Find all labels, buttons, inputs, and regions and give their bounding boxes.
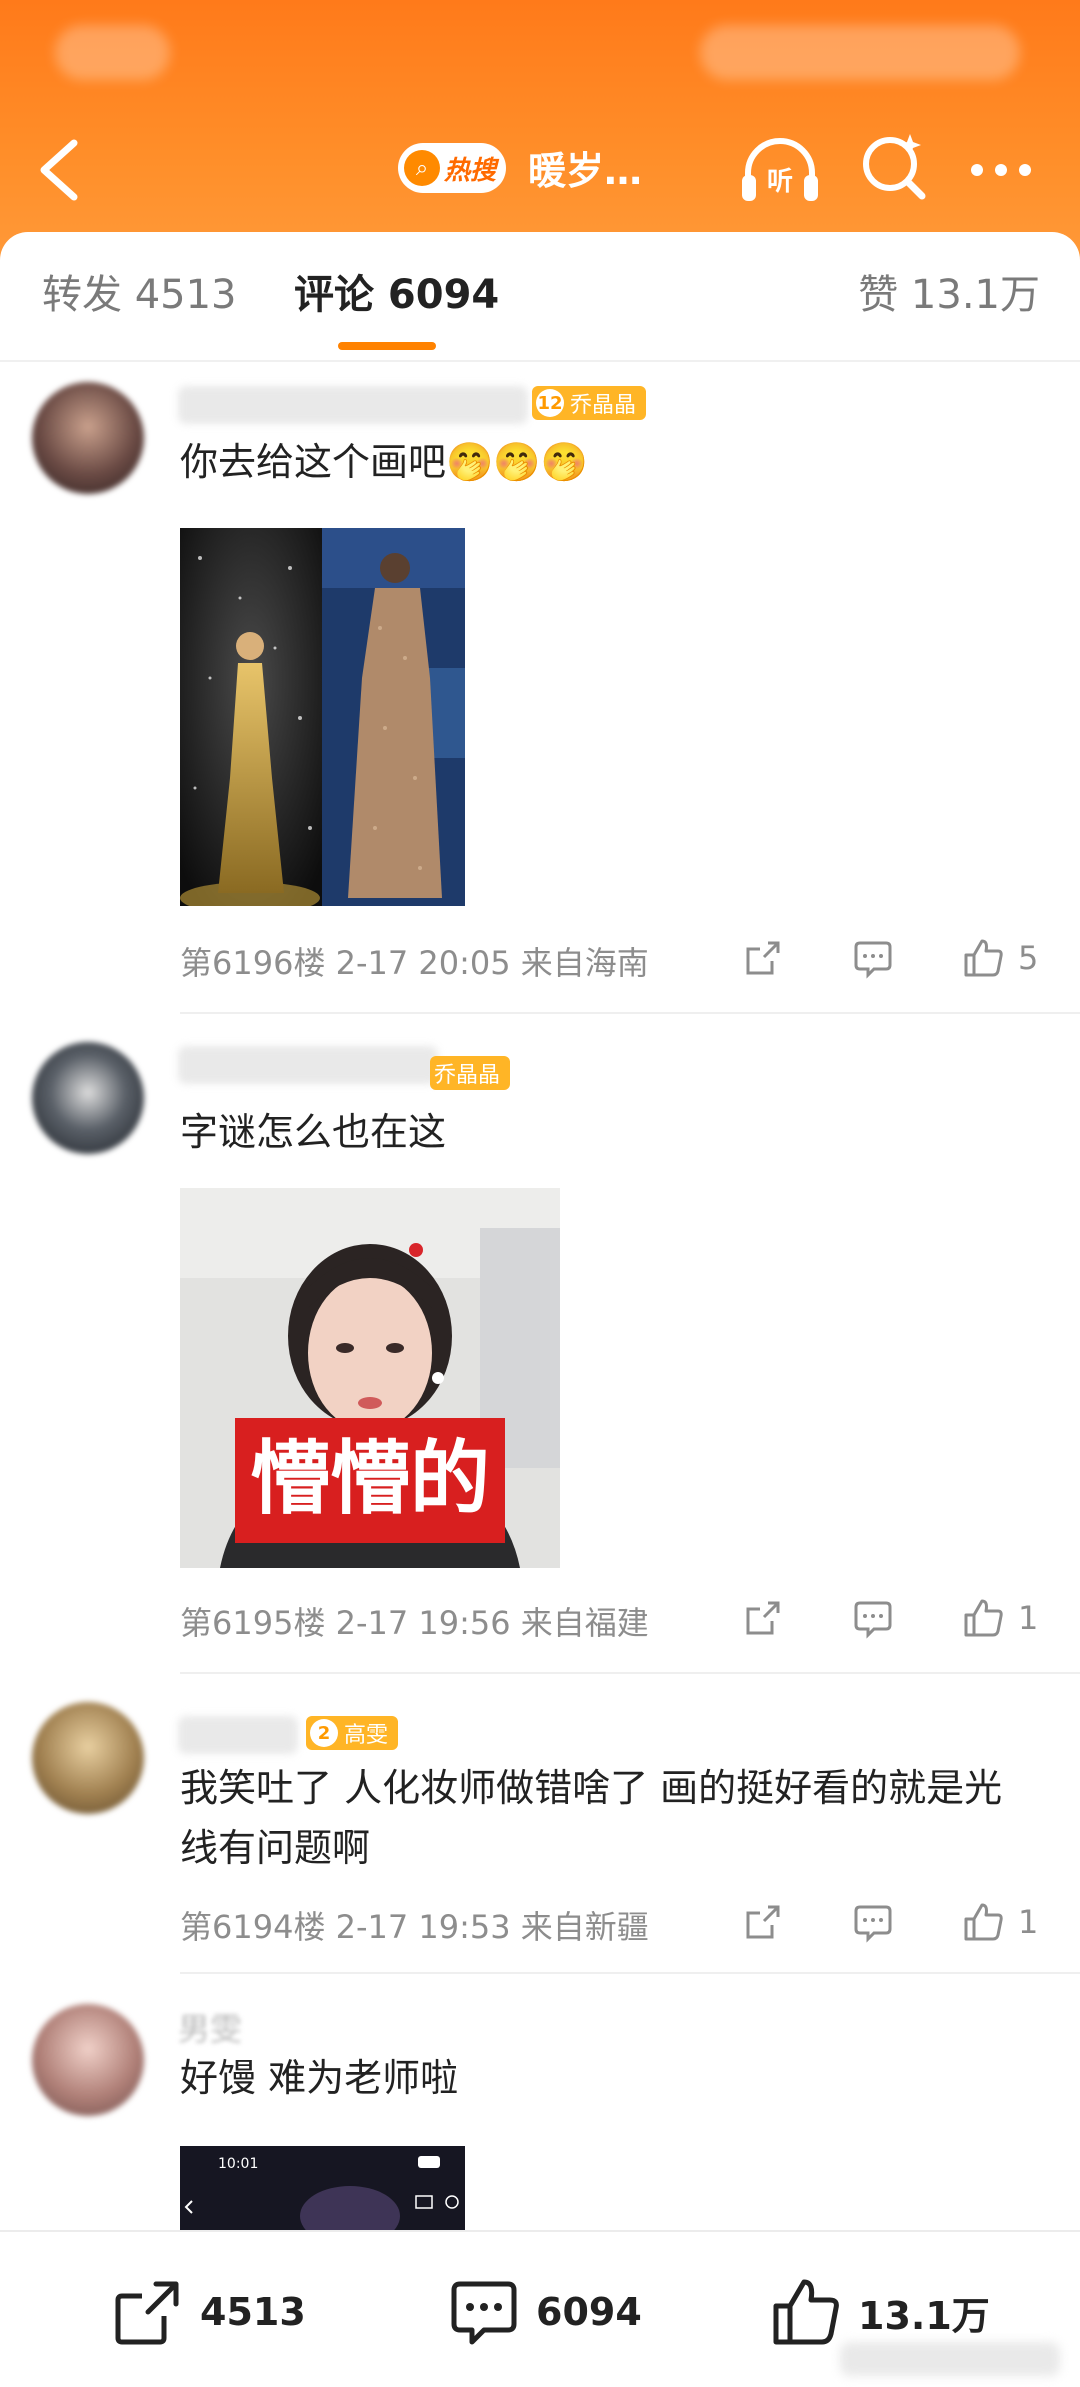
divider xyxy=(180,1672,1080,1674)
like-button[interactable]: 5 xyxy=(962,935,1038,981)
screenshot-photo: 10:01 xyxy=(180,2146,465,2230)
username[interactable]: 男雯 xyxy=(178,2004,242,2050)
comment-text: 好馒 难为老师啦 xyxy=(180,2056,459,2100)
thumbs-up-icon xyxy=(773,2279,839,2345)
comment-text: 字谜怎么也在这 xyxy=(180,1110,447,1154)
comment-image[interactable]: 10:01 xyxy=(180,2146,465,2230)
image-caption: 懵懵的 xyxy=(250,1432,490,1525)
avatar[interactable] xyxy=(32,1702,144,1814)
comment-text: 我笑吐了 人化妆师做错啥了 画的挺好看的就是光线有问题啊 xyxy=(180,1766,1003,1870)
status-bar-time-blurred xyxy=(55,25,170,80)
image-status-time: 10:01 xyxy=(218,2156,258,2172)
tab-reposts[interactable]: 转发 4513 xyxy=(42,262,237,320)
avatar[interactable] xyxy=(32,382,144,494)
comment-meta: 第6196楼 2-17 20:05 来自海南 xyxy=(180,944,649,982)
dress-photo xyxy=(180,528,465,906)
repost-button[interactable] xyxy=(742,935,784,981)
portrait-photo: 懵懵的 xyxy=(180,1188,560,1568)
search-icon: ⌕ xyxy=(404,150,440,186)
comment-icon xyxy=(854,941,892,979)
headphones-icon: 听 xyxy=(742,138,818,201)
share-icon xyxy=(746,941,780,975)
fan-badge: 乔晶晶 xyxy=(430,1056,511,1090)
comment-image[interactable] xyxy=(180,528,465,906)
listen-label: 听 xyxy=(767,167,793,197)
thumbs-up-icon xyxy=(964,939,1003,977)
comment-action[interactable]: 6094 xyxy=(448,2276,642,2348)
comment-text: 你去给这个画吧🤭🤭🤭 xyxy=(180,440,588,484)
username-blurred[interactable] xyxy=(178,386,528,424)
like-button[interactable]: 1 xyxy=(962,1899,1038,1945)
tabs-bar: 转发 4513 评论 6094 赞 13.1万 xyxy=(0,232,1080,362)
thumbs-up-icon xyxy=(964,1599,1003,1637)
status-bar-icons-blurred xyxy=(700,25,1020,80)
more-button[interactable] xyxy=(965,150,1037,190)
comment-item: 男雯 好馒 难为老师啦 10:01 xyxy=(0,1990,1080,2230)
tab-comments[interactable]: 评论 6094 xyxy=(294,262,499,320)
reply-button[interactable] xyxy=(852,1595,894,1641)
bottom-action-bar: 4513 6094 13.1万 xyxy=(0,2230,1080,2387)
share-icon xyxy=(746,1905,780,1939)
fan-badge: 2 高雯 xyxy=(306,1716,399,1750)
comment-icon xyxy=(451,2281,517,2345)
fan-level: 2 xyxy=(310,1719,338,1747)
fan-badge: 12 乔晶晶 xyxy=(532,386,647,420)
like-count: 1 xyxy=(1018,1599,1039,1637)
like-action[interactable]: 13.1万 xyxy=(770,2276,990,2348)
repost-button[interactable] xyxy=(742,1899,784,1945)
thumbs-up-icon xyxy=(964,1903,1003,1941)
divider xyxy=(0,360,1080,362)
sparkle-search-icon xyxy=(863,134,926,200)
reply-button[interactable] xyxy=(852,1899,894,1945)
comment-meta: 第6194楼 2-17 19:53 来自新疆 xyxy=(180,1908,649,1946)
like-button[interactable]: 1 xyxy=(962,1595,1038,1641)
fan-badge-label: 高雯 xyxy=(344,1723,389,1748)
top-header: ⌕ 热搜 暖岁… 听 xyxy=(0,0,1080,270)
like-count: 1 xyxy=(1018,1903,1039,1941)
active-tab-indicator xyxy=(338,342,436,350)
share-icon xyxy=(746,1601,780,1635)
divider xyxy=(180,1012,1080,1014)
comment-item: 乔晶晶 字谜怎么也在这 懵懵的 第6195楼 2-17 19:56 来自福建 1 xyxy=(0,1030,1080,1680)
avatar[interactable] xyxy=(32,1042,144,1154)
comment-item: 2 高雯 我笑吐了 人化妆师做错啥了 画的挺好看的就是光线有问题啊 第6194楼… xyxy=(0,1690,1080,1980)
search-button[interactable] xyxy=(858,130,930,202)
repost-button[interactable] xyxy=(742,1595,784,1641)
share-icon xyxy=(115,2281,179,2345)
back-button[interactable] xyxy=(30,135,90,205)
repost-action[interactable]: 4513 xyxy=(112,2276,306,2348)
fan-badge-label: 乔晶晶 xyxy=(434,1063,501,1088)
repost-count: 4513 xyxy=(200,2290,306,2334)
divider xyxy=(180,1972,1080,1974)
hot-search-badge[interactable]: ⌕ 热搜 xyxy=(398,143,506,193)
avatar[interactable] xyxy=(32,2004,144,2116)
tab-likes[interactable]: 赞 13.1万 xyxy=(858,262,1040,320)
fan-badge-label: 乔晶晶 xyxy=(570,393,637,418)
comment-item: 12 乔晶晶 你去给这个画吧🤭🤭🤭 第6196楼 2-17 20:05 来自海南… xyxy=(0,370,1080,1020)
like-count: 5 xyxy=(1018,939,1039,977)
username-blurred[interactable] xyxy=(178,1716,298,1754)
comment-icon xyxy=(854,1905,892,1943)
username-blurred[interactable] xyxy=(178,1046,438,1084)
comment-image[interactable]: 懵懵的 xyxy=(180,1188,560,1568)
reply-button[interactable] xyxy=(852,935,894,981)
hot-search-label: 热搜 xyxy=(444,155,497,186)
listen-button[interactable]: 听 xyxy=(738,135,822,205)
comment-meta: 第6195楼 2-17 19:56 来自福建 xyxy=(180,1604,649,1642)
fan-level: 12 xyxy=(536,389,564,417)
chevron-left-icon xyxy=(40,139,78,201)
like-count: 13.1万 xyxy=(858,2293,990,2338)
more-dots-icon xyxy=(971,164,1031,176)
comment-count: 6094 xyxy=(536,2290,642,2334)
topic-title[interactable]: 暖岁… xyxy=(528,140,642,195)
watermark-blurred xyxy=(840,2342,1060,2376)
comment-icon xyxy=(854,1601,892,1639)
